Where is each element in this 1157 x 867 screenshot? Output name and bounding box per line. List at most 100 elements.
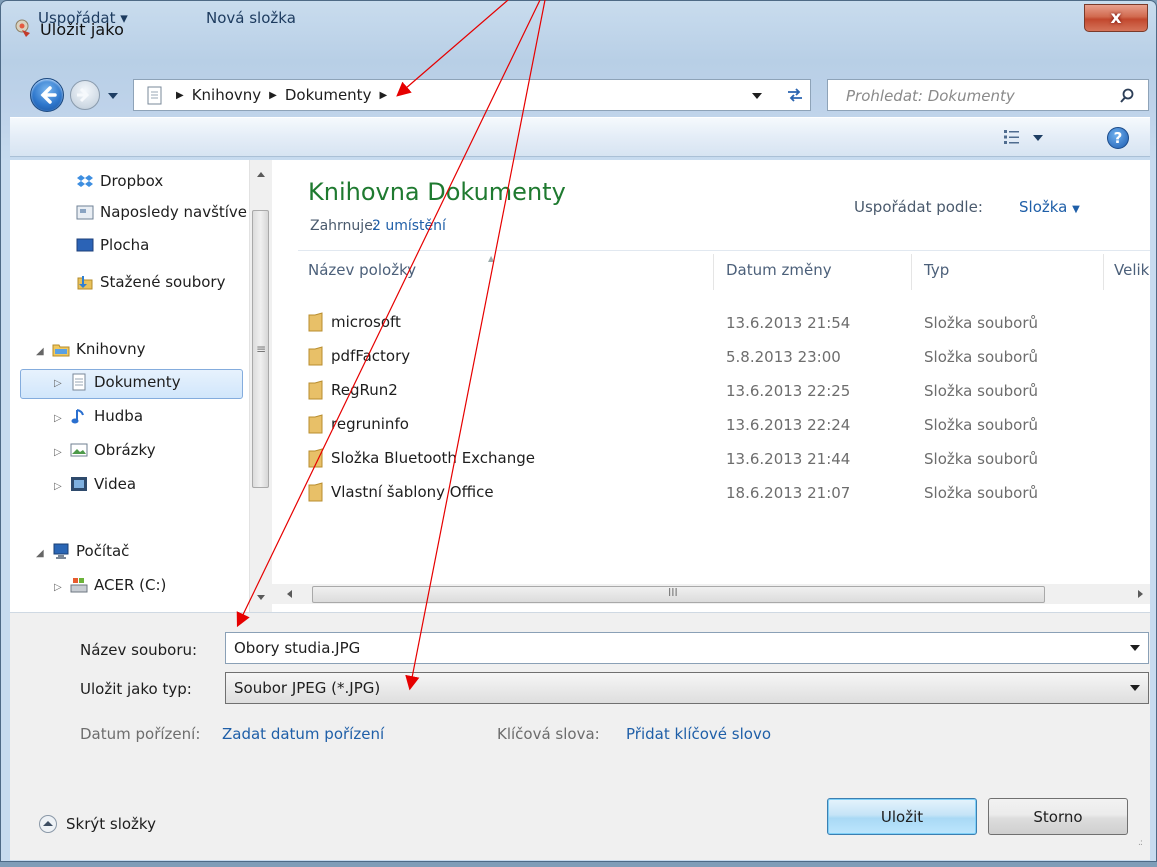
folder-icon [308, 380, 323, 400]
expander-icon[interactable]: ▷ [54, 481, 62, 492]
breadcrumb-documents[interactable]: Dokumenty [285, 86, 372, 104]
address-dropdown-icon[interactable] [751, 91, 763, 101]
expander-icon[interactable]: ▷ [54, 378, 62, 389]
back-button[interactable] [30, 78, 64, 112]
sidebar-item-label: Naposledy navštívené [100, 203, 248, 221]
file-row[interactable]: Složka Bluetooth Exchange [308, 446, 535, 470]
column-header-name[interactable]: Název položky [308, 261, 416, 279]
horizontal-scrollbar-thumb[interactable] [312, 586, 1045, 603]
music-icon [71, 409, 84, 424]
date-taken-link[interactable]: Zadat datum pořízení [222, 725, 384, 743]
sidebar-item-label: Videa [94, 475, 137, 493]
breadcrumb-libraries[interactable]: Knihovny [192, 86, 261, 104]
filename-label: Název souboru: [80, 641, 198, 659]
save-button[interactable]: Uložit [827, 798, 977, 835]
scroll-up-icon[interactable] [256, 170, 266, 178]
recent-pages-dropdown-icon[interactable] [106, 88, 120, 102]
expander-collapse-icon[interactable]: ◢ [36, 548, 44, 559]
sidebar-item-label: Stažené soubory [100, 273, 226, 291]
scroll-right-icon[interactable] [1137, 589, 1145, 599]
library-locations-link[interactable]: 2 umístění [372, 218, 446, 234]
search-icon[interactable] [1119, 88, 1135, 104]
view-options-icon[interactable] [1003, 128, 1021, 146]
sort-ascending-icon: ▲ [488, 254, 495, 263]
file-type: Složka souborů [924, 348, 1038, 366]
arrange-by-dropdown[interactable]: Složka ▼ [1019, 198, 1080, 216]
sidebar-item-documents[interactable]: Dokumenty [70, 373, 181, 391]
column-divider[interactable] [911, 254, 912, 290]
drive-icon [70, 578, 88, 593]
sidebar-item-downloads[interactable]: Stažené soubory [76, 273, 225, 291]
sidebar-item-desktop[interactable]: Plocha [76, 236, 149, 254]
sidebar-item-dropbox[interactable]: Dropbox [76, 172, 163, 190]
hide-folders-toggle[interactable]: Skrýt složky [38, 814, 156, 834]
column-header-date[interactable]: Datum změny [726, 261, 832, 279]
filename-input[interactable]: Obory studia.JPG [234, 639, 360, 657]
expander-collapse-icon[interactable]: ◢ [36, 346, 44, 357]
sidebar-item-videos[interactable]: Videa [70, 475, 136, 493]
new-folder-button[interactable]: Nová složka [206, 9, 296, 27]
column-divider[interactable] [713, 254, 714, 290]
file-row[interactable]: RegRun2 [308, 378, 398, 402]
file-row[interactable]: Vlastní šablony Office [308, 480, 494, 504]
filetype-label: Uložit jako typ: [80, 680, 192, 698]
scroll-left-icon[interactable] [285, 589, 293, 599]
libraries-icon [52, 344, 70, 357]
file-date: 13.6.2013 21:44 [726, 450, 851, 468]
recent-places-icon [76, 205, 94, 220]
resize-grip[interactable]: .: [1138, 838, 1143, 848]
command-bar [10, 117, 1150, 157]
chevron-down-icon[interactable] [1130, 645, 1140, 651]
sidebar-item-label: ACER (C:) [94, 576, 167, 594]
address-bar[interactable]: ▶ Knihovny ▶ Dokumenty ▶ [133, 79, 811, 111]
file-row[interactable]: regruninfo [308, 412, 409, 436]
arrange-by-label: Uspořádat podle: [854, 198, 983, 216]
file-name: Složka Bluetooth Exchange [331, 449, 536, 467]
downloads-icon [77, 276, 93, 290]
breadcrumb-separator[interactable]: ▶ [269, 90, 277, 101]
file-row[interactable]: microsoft [308, 310, 401, 334]
cancel-button[interactable]: Storno [988, 798, 1128, 835]
sidebar-item-pictures[interactable]: Obrázky [70, 441, 156, 459]
file-type: Složka souborů [924, 416, 1038, 434]
desktop-icon [76, 238, 94, 252]
view-dropdown-icon[interactable] [1032, 134, 1044, 142]
breadcrumb-separator[interactable]: ▶ [176, 90, 184, 101]
forward-button[interactable] [70, 80, 100, 110]
breadcrumb-separator[interactable]: ▶ [379, 90, 387, 101]
organize-menu[interactable]: Uspořádat ▾ [38, 9, 128, 27]
library-title: Knihovna Dokumenty [308, 178, 566, 206]
column-header-type[interactable]: Typ [924, 261, 949, 279]
expander-icon[interactable]: ▷ [54, 582, 62, 593]
chevron-down-icon[interactable] [1130, 685, 1140, 691]
sidebar-item-label: Knihovny [76, 340, 146, 358]
sidebar-item-label: Plocha [100, 236, 150, 254]
column-header-size[interactable]: Velik [1114, 261, 1150, 279]
file-name: pdfFactory [331, 347, 411, 365]
file-name: Vlastní šablony Office [331, 483, 494, 501]
scroll-grip: ≡ [256, 342, 267, 356]
column-divider[interactable] [1103, 254, 1104, 290]
filetype-select[interactable]: Soubor JPEG (*.JPG) [225, 672, 1149, 704]
sidebar-item-drive-c[interactable]: ACER (C:) [70, 576, 166, 594]
expander-icon[interactable]: ▷ [54, 413, 62, 424]
sidebar-item-label: Obrázky [94, 441, 156, 459]
sidebar-item-recent-places[interactable]: Naposledy navštívené [76, 203, 248, 221]
header-separator [298, 250, 1150, 251]
expander-icon[interactable]: ▷ [54, 447, 62, 458]
file-row[interactable]: pdfFactory [308, 344, 410, 368]
sidebar-item-music[interactable]: Hudba [70, 407, 143, 425]
sidebar-item-libraries[interactable]: Knihovny [52, 340, 145, 358]
help-icon[interactable]: ? [1107, 127, 1129, 149]
close-button[interactable]: x [1084, 4, 1148, 32]
scroll-down-icon[interactable] [256, 594, 266, 602]
search-box[interactable]: Prohledat: Dokumenty [827, 79, 1149, 111]
folder-icon [308, 482, 323, 502]
filename-field[interactable]: Obory studia.JPG [225, 632, 1149, 664]
search-input[interactable]: Prohledat: Dokumenty [846, 87, 1015, 105]
refresh-button[interactable] [779, 79, 811, 111]
sidebar-item-computer[interactable]: Počítač [52, 542, 129, 560]
videos-icon [71, 477, 87, 491]
keywords-link[interactable]: Přidat klíčové slovo [626, 725, 771, 743]
back-arrow-icon [40, 86, 57, 104]
